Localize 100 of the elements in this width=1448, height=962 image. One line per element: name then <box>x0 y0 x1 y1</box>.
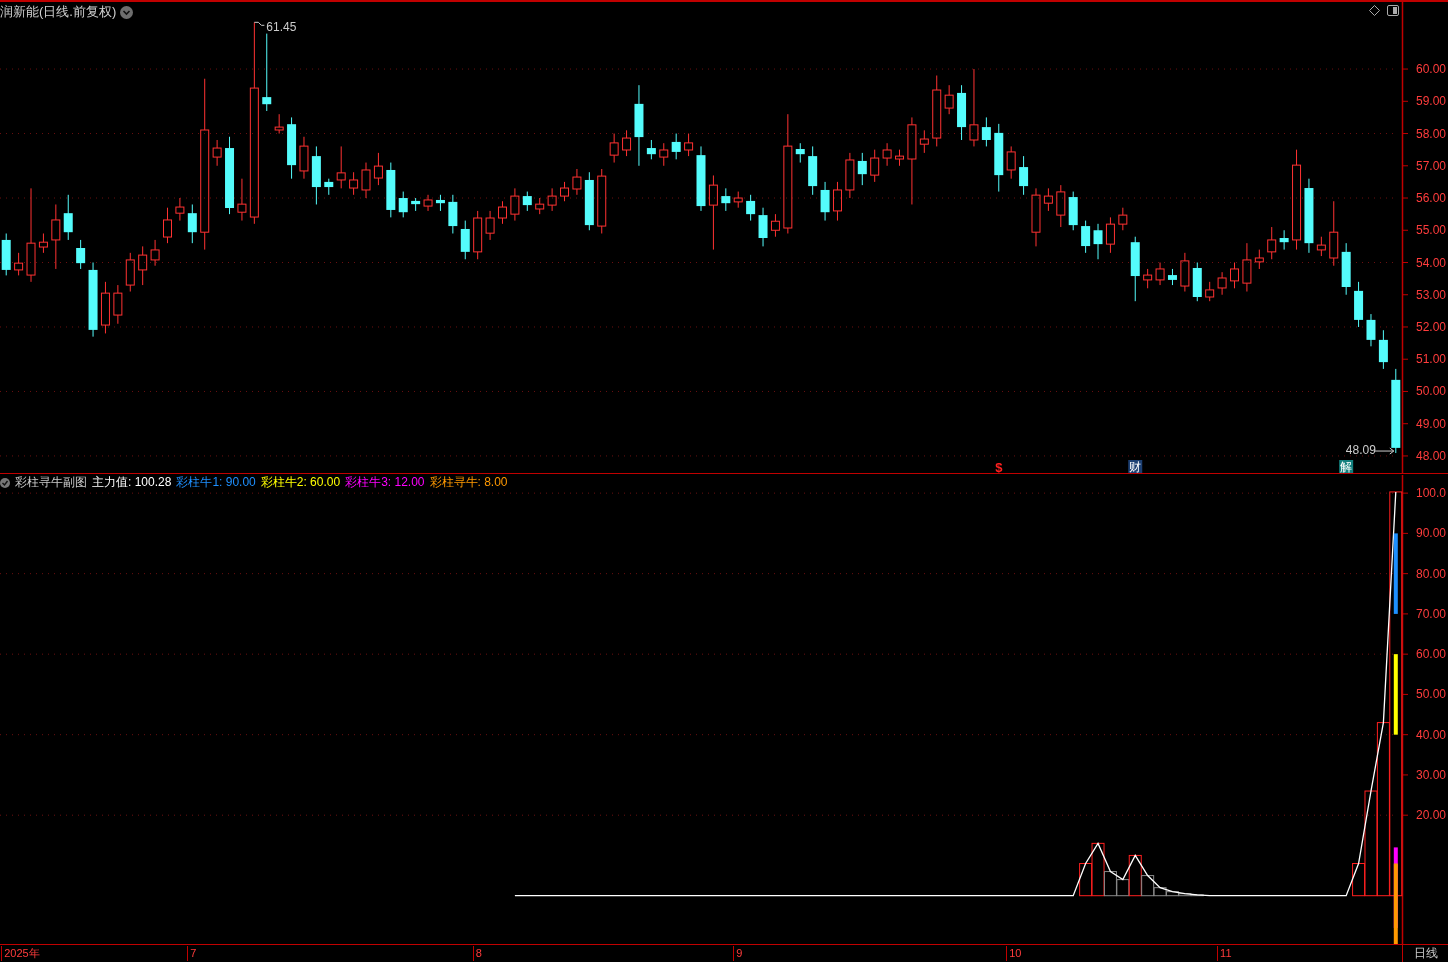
candlestick <box>522 191 532 212</box>
candlestick <box>808 145 818 196</box>
axis-label: 70.00 <box>1416 606 1447 621</box>
candlestick <box>1031 187 1041 247</box>
candlestick <box>1 233 11 276</box>
candlestick <box>1006 145 1016 180</box>
axis-label: 54.00 <box>1416 255 1447 270</box>
candlestick <box>733 191 743 209</box>
axis-label: 48.00 <box>1416 448 1447 463</box>
candlestick <box>274 113 284 135</box>
candlestick <box>1217 271 1227 296</box>
axis-label: 59.00 <box>1416 94 1447 109</box>
candlestick <box>1267 226 1277 260</box>
candlestick <box>895 149 904 167</box>
candlestick <box>1354 281 1364 328</box>
legend-value: 彩柱牛1: 90.00 <box>176 474 256 491</box>
collapse-icon[interactable] <box>0 477 10 488</box>
candlestick <box>1155 262 1165 286</box>
axis-label: 20.00 <box>1416 808 1447 823</box>
annotation: 61.45 <box>266 20 297 35</box>
panel-toggle-icon[interactable] <box>1387 5 1399 16</box>
legend-value: 彩柱牛3: 12.00 <box>345 474 425 491</box>
candlestick <box>1081 220 1091 254</box>
candlestick <box>1316 236 1326 257</box>
candlestick <box>411 197 421 212</box>
candlestick <box>14 252 24 276</box>
event-marker[interactable]: 解 <box>1339 460 1354 474</box>
candlestick <box>584 171 594 231</box>
candlestick <box>671 133 681 160</box>
candlestick <box>646 139 656 160</box>
candlestick <box>622 129 632 157</box>
candlestick <box>1230 262 1239 289</box>
candlestick <box>572 168 582 196</box>
axis-label: 58.00 <box>1416 126 1447 141</box>
candlestick <box>758 207 768 247</box>
axis-label: 55.00 <box>1416 223 1447 238</box>
candlestick <box>1205 281 1215 302</box>
candlestick <box>423 194 433 212</box>
chart-title: 润新能(日线.前复权) <box>0 3 117 21</box>
candlestick <box>324 178 334 196</box>
candlestick <box>795 142 805 164</box>
candlestick <box>1043 187 1053 212</box>
axis-label: 50.00 <box>1416 687 1447 702</box>
price-callout: 61.45 <box>253 20 297 35</box>
candlestick <box>1192 262 1202 302</box>
axis-label: 11 <box>1217 946 1232 961</box>
diamond-icon[interactable] <box>1369 5 1380 16</box>
candlestick <box>560 181 569 202</box>
candlestick <box>820 181 830 222</box>
candlestick <box>1341 242 1351 296</box>
candlestick <box>1242 242 1252 292</box>
axis-label: 100.0 <box>1416 486 1447 501</box>
candlestick <box>361 162 371 199</box>
candlestick <box>336 145 346 189</box>
axis-label: 90.00 <box>1416 526 1447 541</box>
candlestick <box>547 187 557 212</box>
axis-label: 9 <box>733 946 743 961</box>
axis-label: 2025年 <box>1 946 40 961</box>
candlestick <box>237 178 247 222</box>
candlestick <box>113 284 123 325</box>
axis-label: 53.00 <box>1416 287 1447 302</box>
dropdown-icon[interactable] <box>120 5 134 19</box>
event-marker[interactable]: $ <box>995 460 1003 474</box>
axis-label: 56.00 <box>1416 191 1447 205</box>
candlestick <box>919 129 929 154</box>
candlestick <box>1019 155 1029 196</box>
candlestick <box>187 203 197 244</box>
candlestick <box>833 181 842 222</box>
candlestick <box>125 252 135 292</box>
candlestick <box>609 133 619 164</box>
candlestick <box>746 194 756 222</box>
axis-label: 40.00 <box>1416 727 1447 742</box>
candlestick <box>498 200 507 225</box>
candlestick <box>1105 216 1115 254</box>
candlestick <box>138 245 148 286</box>
candlestick <box>287 116 297 180</box>
candlestick <box>473 210 483 260</box>
candlestick <box>435 194 445 212</box>
candlestick <box>1254 249 1264 270</box>
candlestick <box>696 145 706 212</box>
candlestick <box>1180 252 1190 292</box>
candlestick <box>510 187 520 222</box>
axis-label: 51.00 <box>1416 352 1447 367</box>
candlestick <box>1118 207 1128 231</box>
candlestick <box>870 149 880 183</box>
candlestick <box>1378 329 1388 370</box>
axis-label: 60.00 <box>1416 647 1447 662</box>
legend-value: 主力值: 100.28 <box>92 474 172 491</box>
event-marker[interactable]: 财 <box>1128 460 1143 474</box>
candlestick <box>770 213 780 238</box>
candlestick <box>535 197 545 215</box>
candlestick <box>163 207 172 244</box>
period-button[interactable]: 日线 <box>1402 945 1448 962</box>
candlestick <box>349 171 359 196</box>
candlestick <box>981 116 991 147</box>
candlestick <box>882 142 892 167</box>
candlestick <box>957 84 967 141</box>
annotation: 48.09 <box>1345 443 1377 458</box>
candlestick <box>1068 191 1078 231</box>
candlestick <box>100 281 110 334</box>
